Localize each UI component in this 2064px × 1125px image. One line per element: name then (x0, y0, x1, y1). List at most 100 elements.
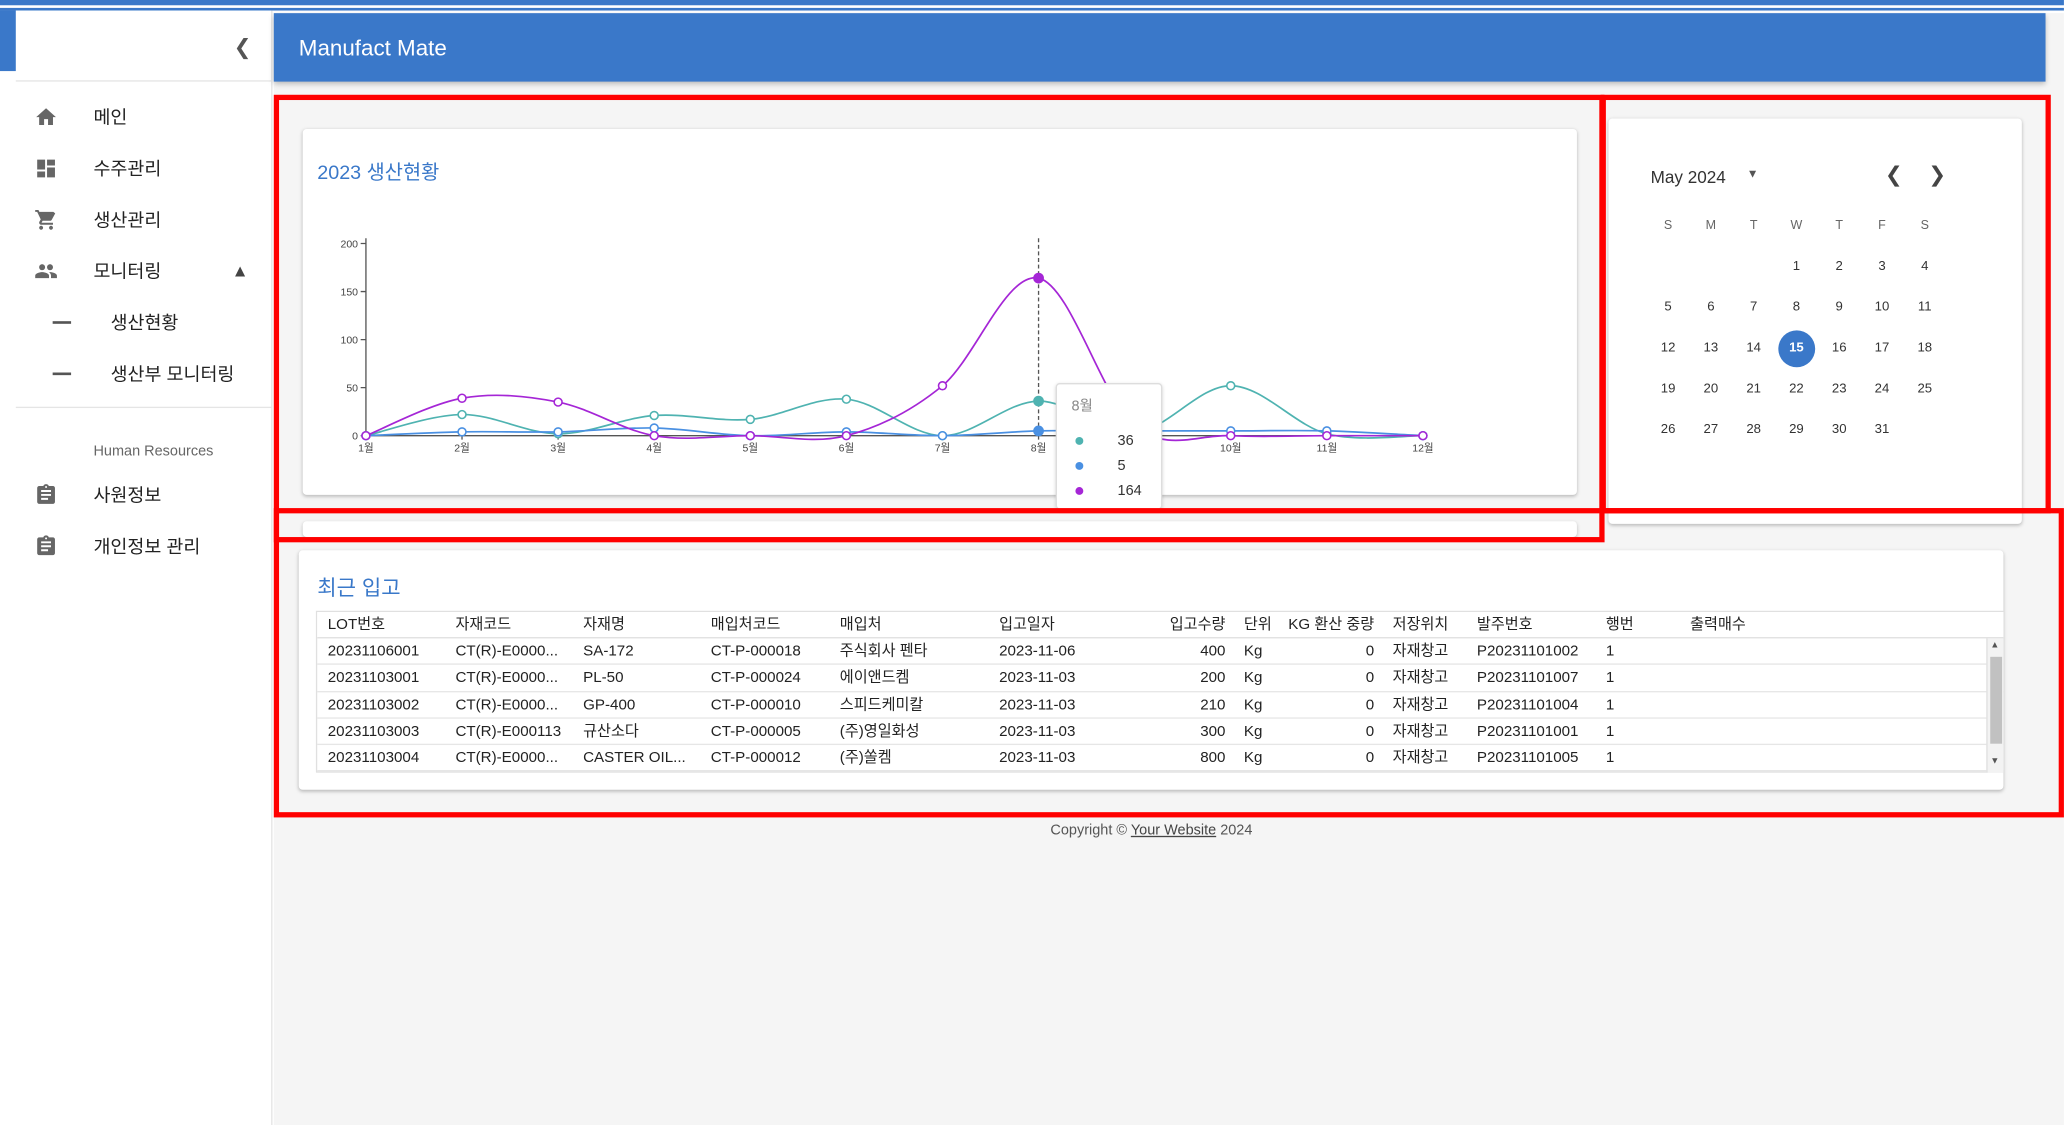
calendar-day[interactable]: 7 (1732, 300, 1775, 314)
calendar-day[interactable]: 5 (1647, 300, 1690, 314)
collapse-sidebar-icon[interactable]: ❮ (234, 34, 252, 60)
column-header[interactable]: 발주번호 (1466, 612, 1595, 637)
table-cell: P20231101005 (1476, 750, 1579, 767)
sidebar-item-orders[interactable]: 수주관리 (0, 142, 272, 193)
table-cell: CASTER OIL... (583, 750, 686, 767)
sidebar-item-monitoring[interactable]: 모니터링 ▲ (0, 245, 272, 296)
production-chart-card: 2023 생산현황 0501001502001월2월3월4월5월6월7월8월9월… (302, 128, 1577, 495)
calendar-day[interactable]: 9 (1818, 300, 1861, 314)
calendar-grid: S M T W T F S 1 2 3 4 5 6 7 8 9 10 11 12 13 14 15 16 17 18 19 20 21… (1647, 205, 1989, 450)
y-tick-label: 0 (352, 431, 358, 443)
calendar-day[interactable]: 28 (1732, 423, 1775, 437)
sidebar-item-label: 메인 (93, 105, 128, 128)
column-header[interactable]: 입고수량 (1143, 612, 1234, 637)
table-row[interactable]: 20231106001 CT(R)-E0000... SA-172 CT-P-0000… (317, 638, 2004, 666)
calendar-day[interactable]: 23 (1818, 382, 1861, 396)
data-point (649, 410, 659, 421)
table-cell: 20231103003 (327, 723, 420, 740)
calendar-day[interactable]: 24 (1861, 382, 1904, 396)
table-row[interactable]: 20231103004 CT(R)-E0000... CASTER OIL... CT… (317, 745, 2004, 772)
sidebar-item-privacy[interactable]: 개인정보 관리 (0, 520, 272, 571)
table-row[interactable]: 20231103003 CT(R)-E000113 규산소다 CT-P-000005 (… (317, 719, 2004, 746)
table-cell: Kg (1243, 723, 1263, 740)
data-point (1418, 430, 1428, 441)
calendar-day[interactable]: 8 (1775, 300, 1818, 314)
calendar-day[interactable]: 14 (1732, 341, 1775, 355)
calendar-day[interactable]: 6 (1689, 300, 1732, 314)
footer-link[interactable]: Your Website (1131, 823, 1216, 839)
prev-month-icon[interactable]: ❮ (1885, 162, 1903, 188)
column-header[interactable]: 자재코드 (445, 612, 573, 637)
table-cell: P20231101002 (1476, 643, 1579, 660)
calendar-day[interactable]: 27 (1689, 423, 1732, 437)
sidebar-item-employee-info[interactable]: 사원정보 (0, 469, 272, 520)
scroll-down-icon[interactable]: ▼ (1990, 757, 1999, 766)
calendar-day[interactable]: 18 (1903, 341, 1946, 355)
calendar-day[interactable]: 4 (1903, 259, 1946, 273)
sidebar-subitem-production-monitoring[interactable]: 생산부 모니터링 (0, 348, 272, 399)
calendar-day[interactable]: 1 (1775, 259, 1818, 273)
calendar-day[interactable]: 11 (1903, 300, 1946, 314)
calendar-day[interactable]: 25 (1903, 382, 1946, 396)
column-header[interactable]: LOT번호 (317, 612, 445, 637)
calendar-day[interactable]: 20 (1689, 382, 1732, 396)
calendar-day[interactable]: 12 (1647, 341, 1690, 355)
table-cell: 400 (1200, 643, 1226, 660)
tooltip-row: 5 (1075, 458, 1126, 474)
calendar-day[interactable]: 26 (1647, 423, 1690, 437)
calendar-day[interactable]: 17 (1861, 341, 1904, 355)
y-tick-label: 150 (340, 287, 358, 299)
sidebar-item-production[interactable]: 생산관리 (0, 193, 272, 244)
column-header[interactable]: KG 환산 중량 (1282, 612, 1382, 637)
calendar-day[interactable]: 2 (1818, 259, 1861, 273)
calendar-day[interactable]: 15 (1777, 329, 1815, 367)
column-header[interactable]: 단위 (1233, 612, 1282, 637)
table-row[interactable]: 20231103001 CT(R)-E0000... PL-50 CT-P-00002… (317, 665, 2004, 692)
data-point (1033, 425, 1044, 437)
calendar-day[interactable]: 10 (1861, 300, 1904, 314)
calendar-day[interactable]: 22 (1775, 382, 1818, 396)
column-header[interactable]: 저장위치 (1382, 612, 1466, 637)
sidebar-item-label: 개인정보 관리 (93, 535, 201, 557)
dashboard-icon (37, 158, 55, 177)
column-header[interactable]: 입고일자 (989, 612, 1143, 637)
column-header[interactable]: 매입처 (829, 612, 988, 637)
calendar-day[interactable]: 19 (1647, 382, 1690, 396)
scroll-thumb[interactable] (1990, 656, 2003, 744)
app-bar: Manufact Mate (273, 13, 2046, 82)
sidebar-subitem-production-status[interactable]: 생산현황 (0, 296, 272, 347)
x-tick-label: 10월 (1220, 442, 1241, 454)
y-tick-label: 50 (346, 383, 358, 395)
column-header[interactable]: 매입처코드 (700, 612, 829, 637)
table-cell: GP-400 (583, 697, 636, 713)
month-dropdown-icon[interactable]: ▼ (1747, 167, 1759, 180)
weekday-label: S (1920, 218, 1929, 233)
column-header[interactable]: 출력매수 (1680, 612, 1759, 637)
sidebar-item-main[interactable]: 메인 (0, 91, 272, 142)
table-cell: 200 (1200, 670, 1226, 687)
data-point (361, 430, 371, 441)
table-cell: CT-P-000010 (710, 697, 801, 713)
calendar-day[interactable]: 30 (1818, 423, 1861, 437)
x-tick-label: 1월 (358, 442, 374, 454)
column-header[interactable]: 행번 (1595, 612, 1679, 637)
data-point (937, 380, 948, 391)
table-cell: P20231101004 (1476, 697, 1579, 713)
calendar-day[interactable]: 29 (1775, 423, 1818, 437)
calendar-day[interactable]: 21 (1732, 382, 1775, 396)
calendar-day[interactable]: 13 (1689, 341, 1732, 355)
table-cell: 0 (1365, 750, 1375, 767)
section-header: Human Resources (93, 443, 214, 460)
calendar-day[interactable]: 31 (1861, 423, 1904, 437)
x-tick-label: 3월 (550, 442, 566, 454)
scroll-up-icon[interactable]: ▲ (1990, 641, 1999, 650)
data-point (745, 414, 756, 425)
table-scrollbar[interactable]: ▲ ▼ (1986, 638, 2004, 773)
column-header[interactable]: 자재명 (573, 612, 701, 637)
next-month-icon[interactable]: ❯ (1928, 162, 1946, 188)
tooltip-label: 8월 (1071, 398, 1093, 415)
table-row[interactable]: 20231103002 CT(R)-E0000... GP-400 CT-P-0000… (317, 692, 2004, 719)
calendar-day[interactable]: 16 (1818, 341, 1861, 355)
x-tick-label: 5월 (743, 442, 759, 454)
calendar-day[interactable]: 3 (1861, 259, 1904, 273)
